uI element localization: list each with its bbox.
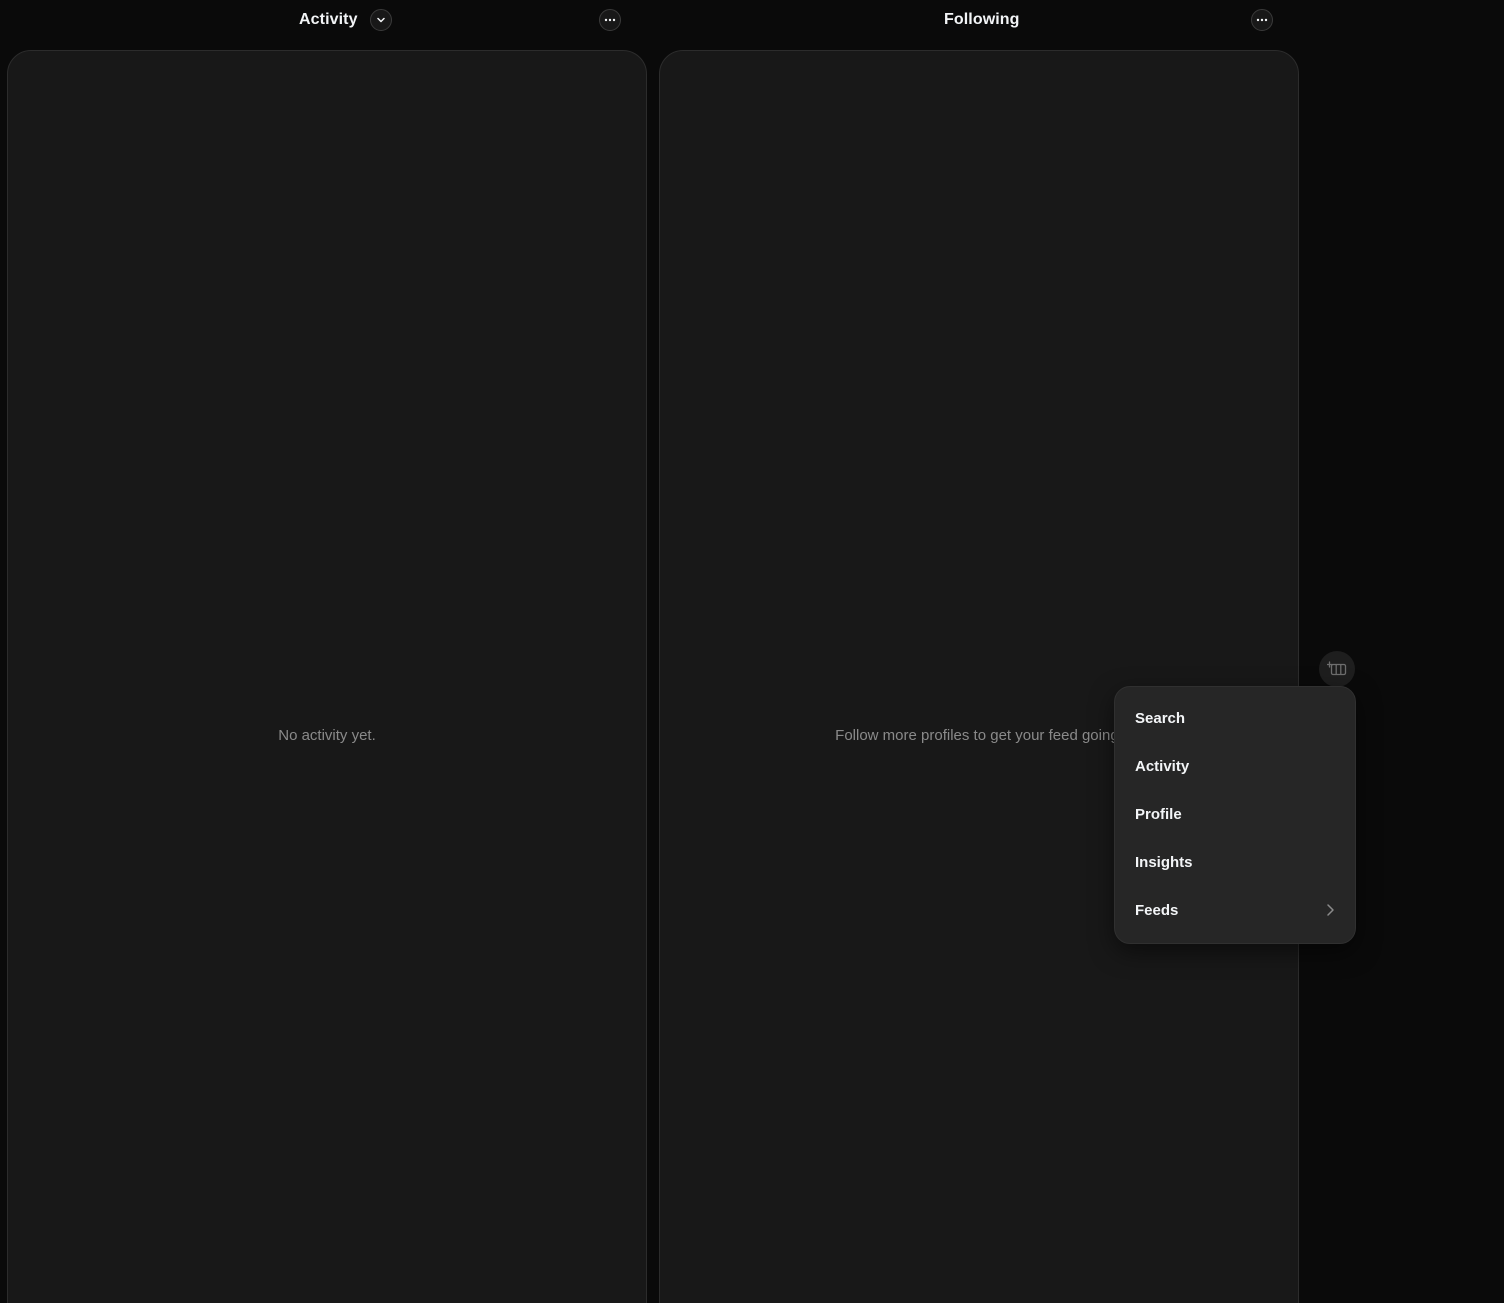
chevron-right-icon xyxy=(1327,904,1334,916)
column-title-following: Following xyxy=(944,11,1020,28)
menu-item-activity[interactable]: Activity xyxy=(1115,742,1355,790)
more-horizontal-icon xyxy=(604,18,616,22)
menu-item-label: Activity xyxy=(1135,757,1190,775)
column-header-following: Following xyxy=(660,0,1300,40)
column-following: Follow more profiles to get your feed go… xyxy=(659,50,1299,1303)
add-column-icon xyxy=(1327,661,1347,676)
add-column-button[interactable] xyxy=(1319,651,1355,687)
menu-item-feeds[interactable]: Feeds xyxy=(1115,886,1355,934)
more-horizontal-icon xyxy=(1256,18,1268,22)
menu-item-insights[interactable]: Insights xyxy=(1115,838,1355,886)
chevron-down-icon xyxy=(377,17,385,23)
menu-item-label: Profile xyxy=(1135,805,1182,823)
column-header-activity: Activity xyxy=(8,0,648,40)
menu-item-search[interactable]: Search xyxy=(1115,694,1355,742)
column-title-activity: Activity xyxy=(299,11,358,28)
add-column-menu: Search Activity Profile Insights Feeds xyxy=(1114,686,1356,944)
menu-item-label: Search xyxy=(1135,709,1186,727)
menu-item-profile[interactable]: Profile xyxy=(1115,790,1355,838)
empty-state-text: No activity yet. xyxy=(278,727,376,744)
column-activity: No activity yet. xyxy=(7,50,647,1303)
menu-item-label: Insights xyxy=(1135,853,1193,871)
column-more-button-following[interactable] xyxy=(1251,9,1273,31)
column-more-button-activity[interactable] xyxy=(599,9,621,31)
column-dropdown-button[interactable] xyxy=(370,9,392,31)
page: Activity Following No activity yet. Foll… xyxy=(0,0,1504,1303)
menu-item-label: Feeds xyxy=(1135,901,1179,919)
